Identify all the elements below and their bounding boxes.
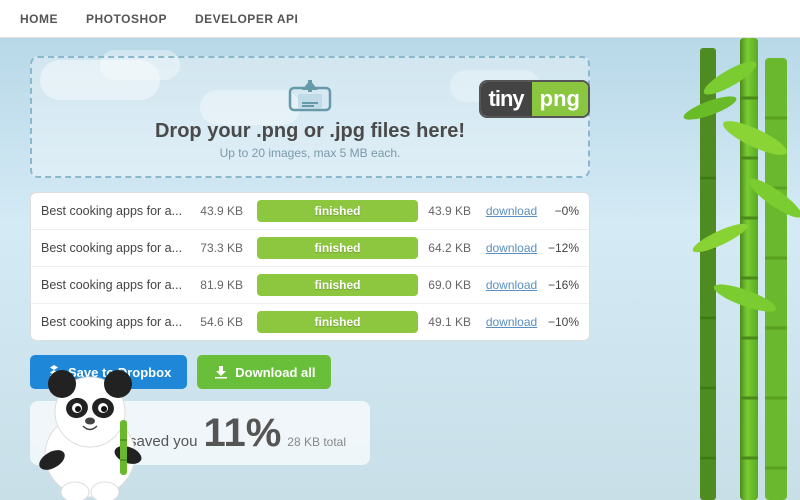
savings-percent-row: −10%: [544, 315, 579, 329]
progress-bar: finished: [257, 200, 418, 222]
nav-photoshop[interactable]: PHOTOSHOP: [86, 12, 167, 26]
progress-bar: finished: [257, 311, 418, 333]
progress-bar: finished: [257, 237, 418, 259]
savings-percent-row: −12%: [544, 241, 579, 255]
navigation: HOME PHOTOSHOP DEVELOPER API: [0, 0, 800, 38]
table-row: Best cooking apps for a... 73.3 KB finis…: [31, 230, 589, 267]
file-table: Best cooking apps for a... 43.9 KB finis…: [30, 192, 590, 341]
logo-tiny-text: tiny: [481, 82, 532, 116]
progress-bar: finished: [257, 274, 418, 296]
progress-label: finished: [314, 315, 360, 329]
download-all-button[interactable]: Download all: [197, 355, 331, 389]
savings-percent: 11%: [203, 413, 281, 453]
nav-developer-api[interactable]: DEVELOPER API: [195, 12, 298, 26]
progress-label: finished: [314, 204, 360, 218]
tinypng-logo: tiny png: [479, 80, 590, 118]
file-new-size: 49.1 KB: [424, 315, 479, 329]
logo-png-text: png: [532, 82, 588, 116]
table-row: Best cooking apps for a... 43.9 KB finis…: [31, 193, 589, 230]
download-link[interactable]: download: [479, 278, 544, 292]
savings-percent-row: −16%: [544, 278, 579, 292]
file-orig-size: 81.9 KB: [196, 278, 251, 292]
file-orig-size: 54.6 KB: [196, 315, 251, 329]
savings-detail: 28 KB total: [287, 435, 346, 449]
download-link[interactable]: download: [479, 315, 544, 329]
download-link[interactable]: download: [479, 204, 544, 218]
panda-mascot: [10, 340, 170, 500]
table-row: Best cooking apps for a... 54.6 KB finis…: [31, 304, 589, 340]
bamboo-decoration: [600, 38, 800, 500]
savings-percent-row: −0%: [544, 204, 579, 218]
drop-subtitle: Up to 20 images, max 5 MB each.: [52, 146, 568, 160]
progress-label: finished: [314, 278, 360, 292]
nav-home[interactable]: HOME: [20, 12, 58, 26]
file-name: Best cooking apps for a...: [41, 241, 196, 255]
file-new-size: 43.9 KB: [424, 204, 479, 218]
file-orig-size: 43.9 KB: [196, 204, 251, 218]
file-name: Best cooking apps for a...: [41, 278, 196, 292]
progress-label: finished: [314, 241, 360, 255]
file-new-size: 69.0 KB: [424, 278, 479, 292]
drop-title: Drop your .png or .jpg files here!: [52, 120, 568, 143]
file-name: Best cooking apps for a...: [41, 315, 196, 329]
download-all-icon: [213, 364, 229, 380]
download-link[interactable]: download: [479, 241, 544, 255]
file-name: Best cooking apps for a...: [41, 204, 196, 218]
upload-icon: [288, 76, 332, 112]
file-orig-size: 73.3 KB: [196, 241, 251, 255]
file-new-size: 64.2 KB: [424, 241, 479, 255]
table-row: Best cooking apps for a... 81.9 KB finis…: [31, 267, 589, 304]
